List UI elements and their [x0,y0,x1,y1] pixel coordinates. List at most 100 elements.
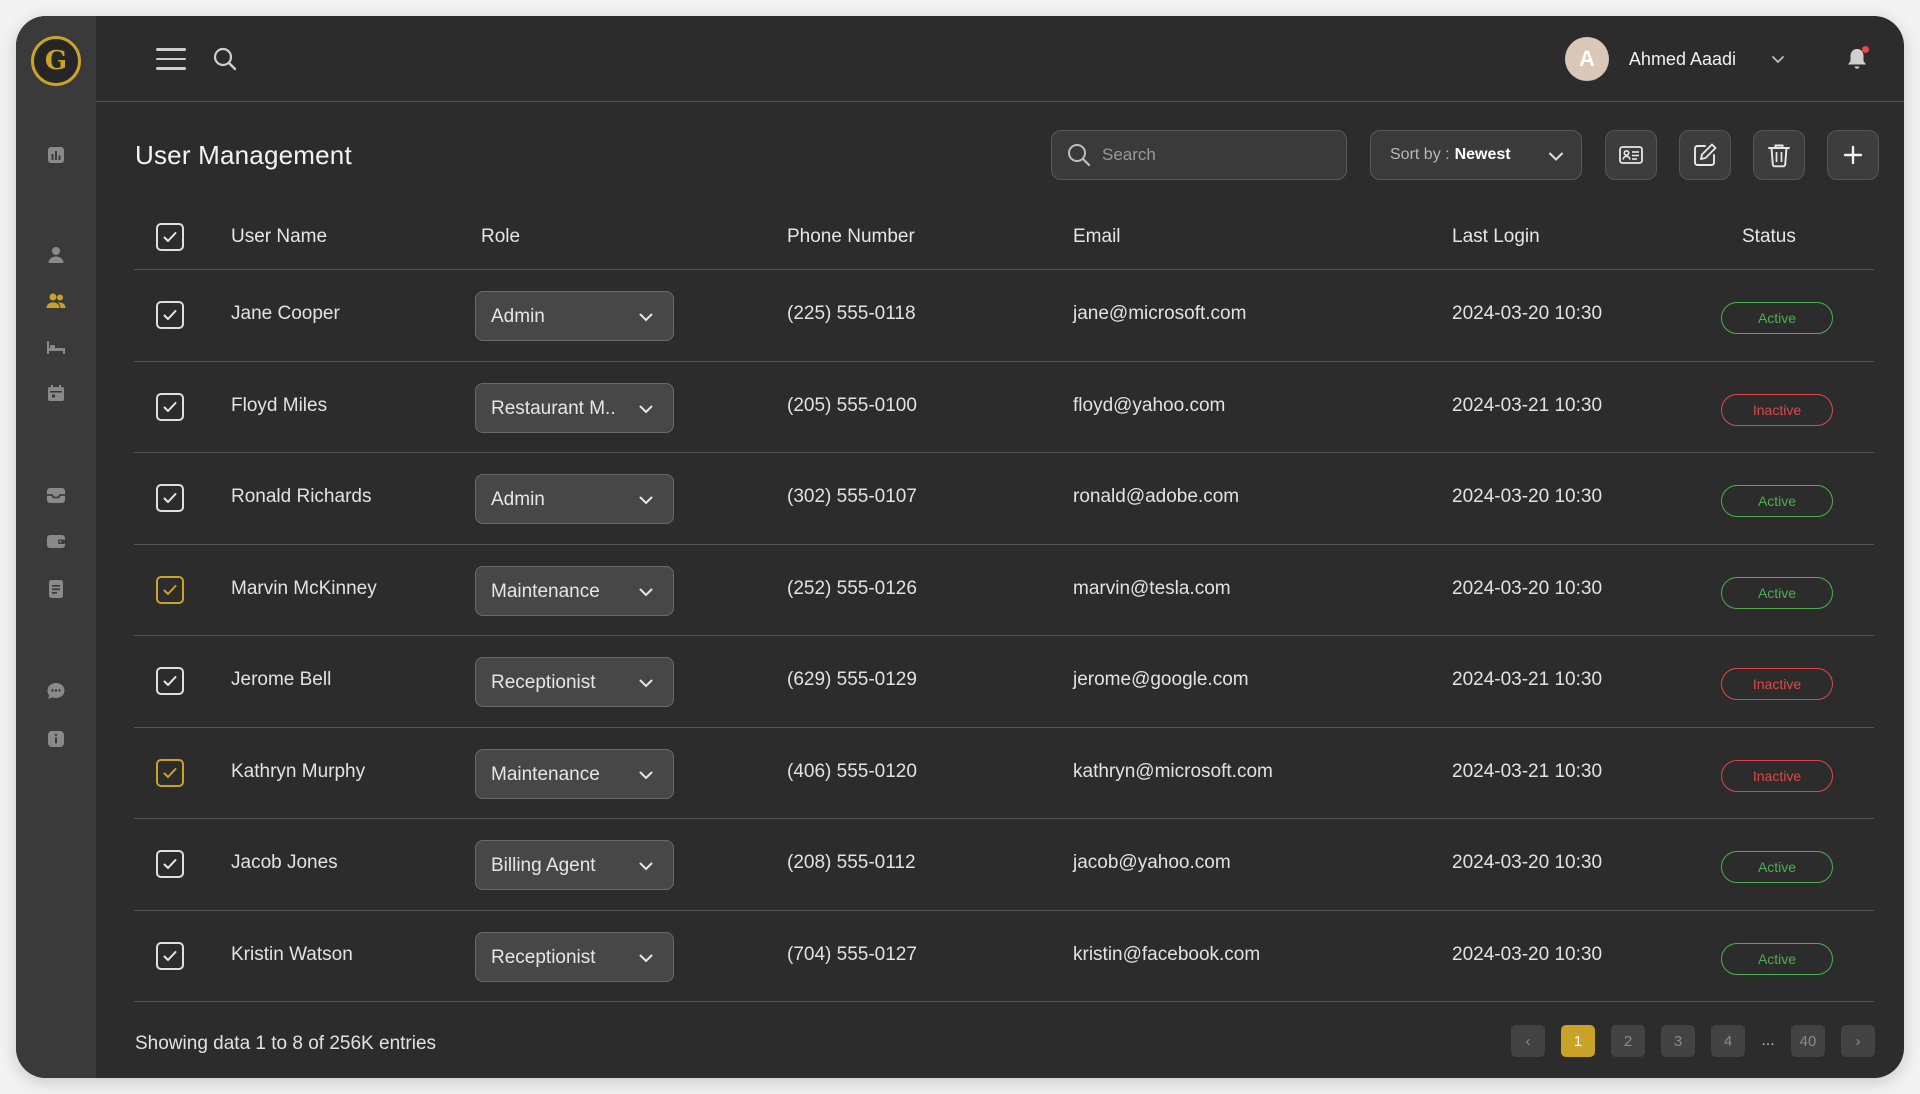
brand-logo[interactable]: G [31,36,81,86]
search-icon [1068,144,1091,167]
role-dropdown[interactable]: Admin [475,291,674,341]
row-checkbox[interactable] [156,941,184,970]
row-checkbox[interactable] [156,758,184,787]
table-row[interactable]: Ronald Richards Admin (302) 555-0107 ronald… [134,453,1874,545]
page-button-3[interactable]: 3 [1661,1025,1695,1057]
row-checkbox[interactable] [156,484,184,512]
phone-cell: (629) 555-0129 [787,669,917,690]
phone-cell: (406) 555-0120 [787,760,917,782]
role-value: Receptionist [491,672,596,693]
user-name-cell: Kristin Watson [231,943,353,965]
column-header-status[interactable]: Status [1742,226,1796,248]
edit-icon [1694,143,1717,166]
top-bar: A Ahmed Aaadi [96,16,1904,102]
page-button-1[interactable]: 1 [1561,1025,1595,1057]
table-row[interactable]: Kristin Watson Receptionist (704) 555-0127… [134,911,1874,1002]
info-icon[interactable] [45,728,67,750]
row-checkbox[interactable] [156,850,184,878]
user-icon[interactable] [45,244,67,266]
search-icon[interactable] [212,46,238,72]
column-header-email[interactable]: Email [1073,226,1121,248]
add-user-button[interactable] [1827,130,1879,180]
delete-button[interactable] [1753,130,1805,180]
row-checkbox[interactable] [156,301,184,329]
phone-cell: (302) 555-0107 [787,486,917,507]
edit-button[interactable] [1679,130,1731,180]
status-badge: Inactive [1721,759,1833,792]
column-header-user-name[interactable]: User Name [231,226,327,248]
phone-cell: (225) 555-0118 [787,303,916,324]
table-row[interactable]: Floyd Miles Restaurant M.. (205) 555-0100 f… [134,362,1874,453]
role-dropdown[interactable]: Receptionist [475,657,674,707]
last-login-cell: 2024-03-20 10:30 [1452,303,1603,324]
role-value: Admin [491,489,545,510]
email-cell: floyd@yahoo.com [1073,394,1226,416]
select-all-checkbox[interactable] [156,223,184,251]
table-row[interactable]: Marvin McKinney Maintenance (252) 555-0126… [134,545,1874,636]
document-icon[interactable] [45,578,67,600]
user-menu[interactable]: A Ahmed Aaadi [1564,36,1786,82]
user-name-cell: Marvin McKinney [231,577,377,599]
chat-icon[interactable] [45,680,67,702]
status-badge: Active [1721,302,1833,334]
last-login-cell: 2024-03-20 10:30 [1452,577,1603,599]
row-checkbox[interactable] [156,392,184,421]
user-name-cell: Jane Cooper [231,303,340,324]
notification-bell-icon[interactable] [1844,46,1870,72]
column-header-phone[interactable]: Phone Number [787,226,915,248]
table-row[interactable]: Jacob Jones Billing Agent (208) 555-0112 ja… [134,819,1874,911]
role-dropdown[interactable]: Restaurant M.. [475,382,674,433]
table-row[interactable]: Kathryn Murphy Maintenance (406) 555-0120 k… [134,728,1874,819]
next-page-button[interactable]: › [1841,1025,1875,1057]
chevron-down-icon [639,679,653,688]
phone-cell: (208) 555-0112 [787,852,916,873]
entries-summary: Showing data 1 to 8 of 256K entries [135,1033,437,1054]
search-field[interactable] [1051,130,1347,180]
last-login-cell: 2024-03-20 10:30 [1452,486,1603,507]
sidebar: G [16,16,96,1078]
prev-page-button[interactable]: ‹ [1511,1025,1545,1057]
sort-value: Newest [1454,146,1511,163]
table-body: Jane Cooper Admin (225) 555-0118 jane@micro… [134,270,1874,1002]
bed-icon[interactable] [45,336,67,358]
table-row[interactable]: Jerome Bell Receptionist (629) 555-0129 jer… [134,636,1874,728]
email-cell: marvin@tesla.com [1073,577,1231,599]
last-login-cell: 2024-03-20 10:30 [1452,852,1603,873]
row-checkbox[interactable] [156,575,184,604]
role-dropdown[interactable]: Receptionist [475,931,674,982]
column-header-role[interactable]: Role [481,226,520,248]
user-name-cell: Jacob Jones [231,852,338,873]
calendar-icon[interactable] [45,382,67,404]
role-dropdown[interactable]: Billing Agent [475,840,674,890]
users-icon[interactable] [45,290,67,312]
main-content: A Ahmed Aaadi User Management Sort by : … [96,16,1904,1078]
chart-icon[interactable] [45,144,67,166]
last-login-cell: 2024-03-21 10:30 [1452,394,1603,416]
page-button-4[interactable]: 4 [1711,1025,1745,1057]
status-badge: Active [1721,942,1833,975]
notification-dot [1862,46,1869,53]
role-dropdown[interactable]: Maintenance [475,748,674,799]
id-card-button[interactable] [1605,130,1657,180]
sort-label: Sort by : [1390,146,1450,163]
sort-dropdown[interactable]: Sort by : Newest [1370,130,1582,180]
status-badge: Inactive [1721,668,1833,700]
status-badge: Active [1721,851,1833,883]
inbox-icon[interactable] [45,484,67,506]
column-header-last-login[interactable]: Last Login [1452,226,1540,248]
chevron-down-icon [639,405,653,413]
wallet-icon[interactable] [45,530,67,552]
role-dropdown[interactable]: Admin [475,474,674,524]
table-row[interactable]: Jane Cooper Admin (225) 555-0118 jane@micro… [134,270,1874,362]
user-name-cell: Jerome Bell [231,669,332,690]
page-button-40[interactable]: 40 [1791,1025,1825,1057]
role-dropdown[interactable]: Maintenance [475,565,674,616]
chevron-down-icon [639,313,653,322]
row-checkbox[interactable] [156,667,184,695]
page-button-2[interactable]: 2 [1611,1025,1645,1057]
role-value: Admin [491,306,545,327]
email-cell: jacob@yahoo.com [1073,852,1231,873]
search-input[interactable] [1102,145,1332,165]
table-header: User Name Role Phone Number Email Last L… [134,204,1874,270]
menu-icon[interactable] [156,48,186,70]
